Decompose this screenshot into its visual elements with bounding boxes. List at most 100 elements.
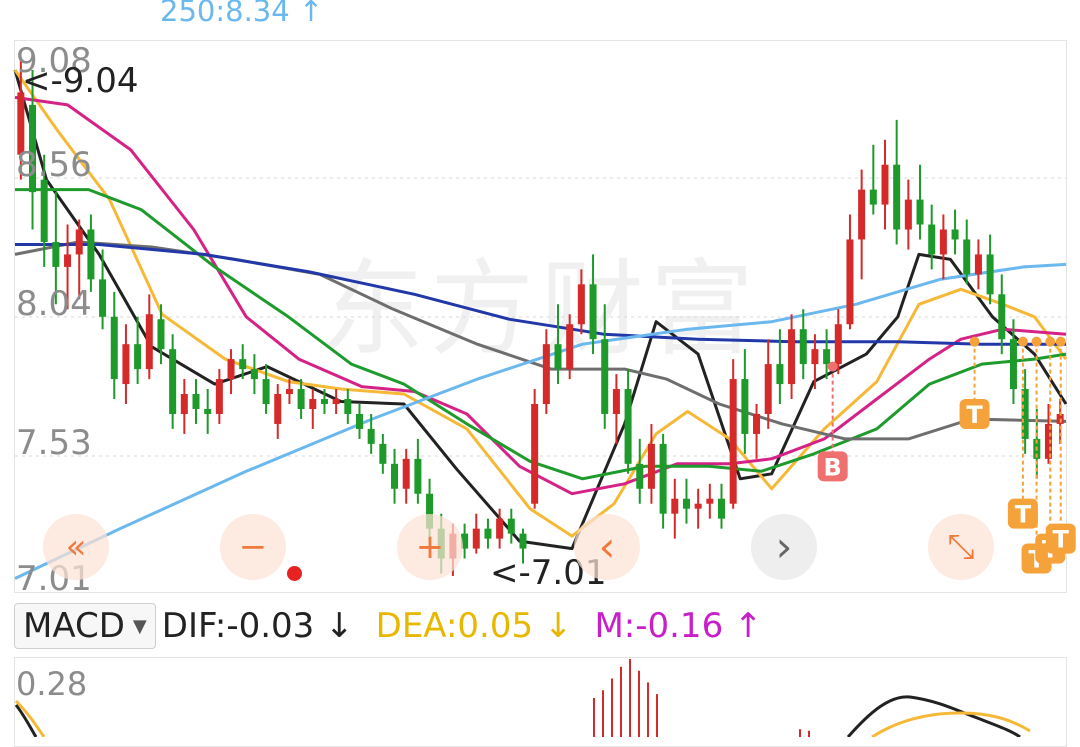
candle-body: [309, 399, 317, 409]
candle-body: [40, 179, 48, 242]
candle-body: [239, 359, 247, 370]
minus-icon: −: [238, 527, 268, 567]
candle-body: [554, 344, 562, 370]
candle-body: [192, 394, 200, 409]
candle-body: [344, 399, 352, 414]
candle-body: [589, 284, 597, 340]
candle-body: [858, 189, 866, 240]
expand-icon: ⤡: [947, 527, 975, 567]
y-tick-label: 7.53: [16, 423, 92, 463]
candle-body: [297, 389, 305, 409]
candle-body: [998, 294, 1006, 340]
indicator-select[interactable]: MACD ▼: [14, 603, 156, 649]
candle-body: [811, 349, 819, 365]
candle-body: [134, 344, 142, 370]
candle-body: [367, 428, 375, 444]
candle-body: [764, 364, 772, 414]
candle-body: [157, 319, 165, 350]
signal-dot: [969, 336, 980, 347]
candle-body: [566, 324, 574, 370]
candle-body: [636, 463, 644, 489]
candle-body: [893, 164, 901, 230]
candle-body: [519, 533, 527, 549]
page-left-button[interactable]: «: [43, 514, 109, 580]
candle-body: [414, 458, 422, 494]
candle-body: [601, 339, 609, 414]
candle-body: [671, 498, 679, 514]
candle-body: [706, 498, 714, 504]
candle-body: [904, 199, 912, 230]
candle-body: [846, 239, 854, 325]
candle-body: [87, 229, 95, 280]
candle-body: [110, 316, 118, 380]
next-button[interactable]: ›: [751, 514, 817, 580]
candle-body: [834, 324, 842, 365]
candle-body: [180, 394, 188, 414]
candle-body: [215, 379, 223, 414]
candle-body: [274, 394, 282, 424]
candle-body: [99, 279, 107, 317]
candle-body: [262, 379, 270, 404]
candlestick-chart[interactable]: 东方财富 BTTTTT: [0, 0, 1080, 600]
candle-body: [204, 408, 212, 414]
chevron-left-icon: ‹: [598, 522, 616, 571]
signal-label: T: [1053, 526, 1070, 554]
candle-body: [122, 344, 130, 385]
candle-body: [986, 254, 994, 295]
candle-body: [718, 498, 726, 519]
candle-body: [823, 349, 831, 365]
candle-body: [169, 349, 177, 414]
stock-chart-screen: 250:8.34 ↑ 东方财富 BTTTTT 9.08 8.56 8.04 7.…: [0, 0, 1080, 747]
y-tick-label: 8.56: [16, 145, 92, 185]
candle-body: [227, 359, 235, 380]
candle-body: [496, 518, 504, 539]
signal-label: T: [966, 401, 983, 429]
candle-body: [507, 518, 515, 534]
candle-body: [391, 463, 399, 489]
candle-body: [776, 364, 784, 385]
zoom-in-button[interactable]: +: [397, 514, 463, 580]
candle-body: [741, 379, 749, 434]
candle-body: [939, 229, 947, 255]
signal-dot: [1031, 336, 1042, 347]
candle-body: [916, 199, 924, 225]
candle-body: [355, 413, 363, 429]
dea-line: [14, 699, 46, 737]
caret-down-icon: ▼: [132, 615, 147, 637]
signal-label: B: [824, 453, 842, 481]
plus-icon: +: [415, 527, 445, 567]
signal-dot: [1017, 336, 1028, 347]
notification-dot: [287, 566, 302, 581]
candle-body: [542, 344, 550, 404]
macd-chart[interactable]: [0, 657, 1080, 737]
y-tick-label: 8.04: [16, 284, 92, 324]
candle-body: [682, 498, 690, 509]
prev-button[interactable]: ‹: [574, 514, 640, 580]
candle-body: [577, 284, 585, 325]
candle-body: [379, 443, 387, 464]
candle-body: [250, 369, 258, 380]
zoom-out-button[interactable]: −: [220, 514, 286, 580]
candle-body: [788, 329, 796, 385]
candle-body: [624, 389, 632, 464]
candle-body: [612, 389, 620, 414]
candle-body: [753, 413, 761, 434]
fullscreen-button[interactable]: ⤡: [928, 514, 994, 580]
signal-label: T: [1015, 501, 1032, 529]
candle-body: [881, 164, 889, 205]
max-price-marker: <-9.04: [22, 61, 139, 101]
candle-body: [320, 399, 328, 404]
double-chevron-left-icon: «: [65, 527, 87, 567]
m-value: M:-0.16 ↑: [594, 606, 763, 646]
dea-line: [871, 711, 1031, 737]
dea-value: DEA:0.05 ↓: [375, 606, 573, 646]
candle-body: [531, 404, 539, 504]
signal-dot: [1055, 336, 1066, 347]
candle-body: [799, 329, 807, 365]
candle-body: [1009, 339, 1017, 390]
candle-body: [472, 528, 480, 549]
candle-body: [332, 399, 340, 404]
candle-body: [484, 528, 492, 539]
dif-value: DIF:-0.03 ↓: [161, 606, 354, 646]
candle-body: [974, 254, 982, 275]
